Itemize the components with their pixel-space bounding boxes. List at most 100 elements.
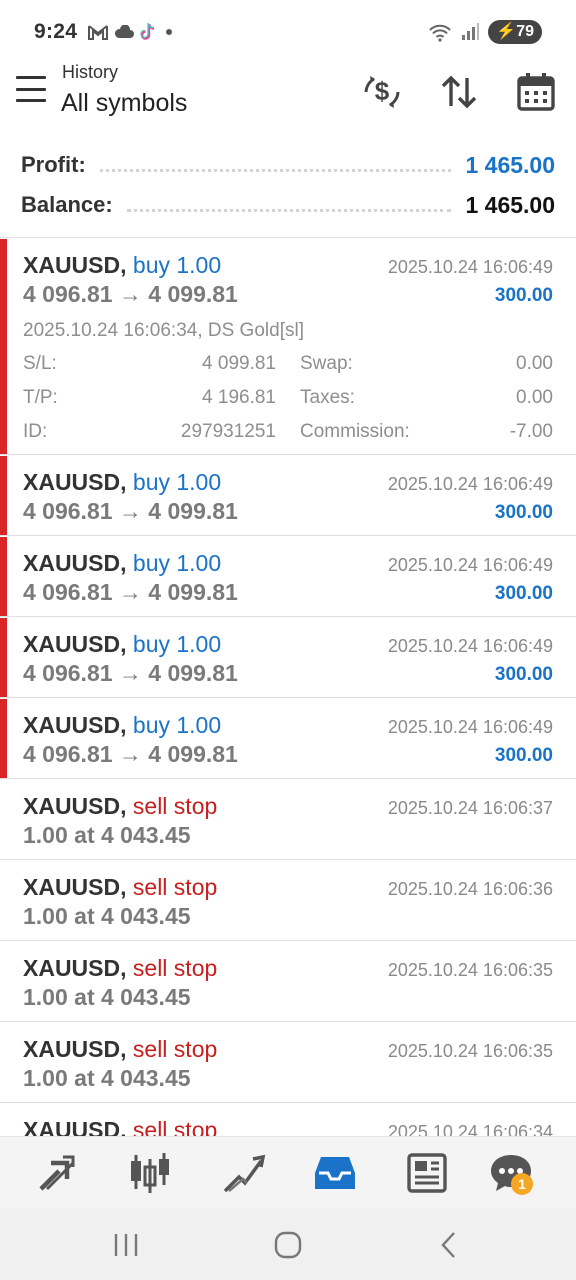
taxes-value: 0.00: [516, 387, 553, 408]
symbol-name: XAUUSD,: [23, 712, 127, 738]
deal-direction: buy 1.00: [132, 469, 222, 495]
order-details: 1.00 at 4 043.45: [23, 1065, 191, 1091]
status-notification-icons: [88, 22, 176, 42]
deal-symbol: XAUUSD, buy 1.00: [23, 252, 221, 279]
order-details: 1.00 at 4 043.45: [23, 822, 191, 848]
order-time: 2025.10.24 16:06:35: [387, 1041, 553, 1061]
detail-row: S/L: 4 099.81 Swap: 0.00: [23, 353, 553, 379]
deal-profit: 300.00: [494, 664, 553, 685]
order-row[interactable]: XAUUSD, sell stop 2025.10.24 16:06:34: [0, 1103, 576, 1136]
deal-time: 2025.10.24 16:06:49: [387, 636, 553, 656]
quotes-icon[interactable]: [33, 1149, 81, 1197]
back-icon[interactable]: [429, 1230, 469, 1260]
cloud-icon: [114, 25, 134, 38]
status-time: 9:24: [34, 20, 78, 43]
deal-prices: 4 096.81 → 4 099.81: [23, 498, 238, 524]
deal-time: 2025.10.24 16:06:49: [387, 257, 553, 277]
dotted-leader: [126, 208, 452, 212]
symbol-name: XAUUSD,: [23, 550, 127, 576]
order-symbol: XAUUSD, sell stop: [23, 955, 217, 982]
deal-comment: 2025.10.24 16:06:34, DS Gold[sl]: [23, 320, 304, 341]
deal-time: 2025.10.24 16:06:49: [387, 555, 553, 575]
deal-indicator-bar: [0, 537, 7, 616]
swap-label: Swap:: [300, 353, 353, 374]
deal-row-expanded[interactable]: XAUUSD, buy 1.00 4 096.81 → 4 099.81 202…: [0, 238, 576, 455]
news-icon[interactable]: [403, 1149, 451, 1197]
tp-label: T/P:: [23, 387, 58, 408]
order-row[interactable]: XAUUSD, sell stop 1.00 at 4 043.45 2025.…: [0, 1022, 576, 1103]
app-header: History All symbols $: [0, 62, 576, 132]
gmail-icon: [88, 25, 108, 40]
dot-icon: [166, 29, 172, 35]
symbol-name: XAUUSD,: [23, 955, 127, 981]
profit-row: Profit: 1 465.00: [21, 147, 555, 183]
sl-label: S/L:: [23, 353, 57, 374]
order-row[interactable]: XAUUSD, sell stop 1.00 at 4 043.45 2025.…: [0, 860, 576, 941]
currency-exchange-icon[interactable]: $: [360, 70, 404, 114]
order-time: 2025.10.24 16:06:37: [387, 798, 553, 818]
deal-row[interactable]: XAUUSD, buy 1.00 4 096.81 → 4 099.81 202…: [0, 617, 576, 698]
chart-candles-icon[interactable]: [126, 1149, 174, 1197]
id-label: ID:: [23, 421, 48, 442]
order-type: sell stop: [132, 874, 218, 900]
order-time: 2025.10.24 16:06:36: [387, 879, 553, 899]
deal-prices: 4 096.81 → 4 099.81: [23, 741, 238, 767]
battery-icon: ⚡79: [488, 20, 542, 44]
deal-direction: buy 1.00: [132, 631, 222, 657]
taxes-label: Taxes:: [300, 387, 355, 408]
commission-label: Commission:: [300, 421, 410, 442]
profit-value: 1 465.00: [465, 151, 555, 178]
order-type: sell stop: [132, 1036, 218, 1062]
balance-row: Balance: 1 465.00: [21, 187, 555, 223]
order-symbol: XAUUSD, sell stop: [23, 1036, 217, 1063]
deal-prices: 4 096.81 → 4 099.81: [23, 660, 238, 686]
swap-value: 0.00: [516, 353, 553, 374]
deal-profit: 300.00: [494, 583, 553, 604]
messages-badge: 1: [511, 1173, 533, 1195]
order-symbol: XAUUSD, sell stop: [23, 874, 217, 901]
deal-symbol: XAUUSD, buy 1.00: [23, 631, 221, 658]
tp-value: 4 196.81: [202, 387, 276, 408]
order-details: 1.00 at 4 043.45: [23, 984, 191, 1010]
deal-indicator-bar: [0, 618, 7, 697]
calendar-icon[interactable]: [514, 70, 558, 114]
header-subtitle: History: [62, 62, 119, 82]
balance-label: Balance:: [21, 192, 113, 217]
deal-indicator-bar: [0, 699, 7, 778]
deal-row[interactable]: XAUUSD, buy 1.00 4 096.81 → 4 099.81 202…: [0, 455, 576, 536]
home-icon[interactable]: [268, 1230, 308, 1260]
detail-row: ID: 297931251 Commission: -7.00: [23, 421, 553, 447]
symbol-name: XAUUSD,: [23, 1036, 127, 1062]
deal-direction: buy 1.00: [132, 252, 222, 278]
battery-level: 79: [516, 23, 534, 40]
order-row[interactable]: XAUUSD, sell stop 1.00 at 4 043.45 2025.…: [0, 941, 576, 1022]
status-bar: 9:24 ⚡79: [0, 0, 576, 62]
detail-row: T/P: 4 196.81 Taxes: 0.00: [23, 387, 553, 413]
deal-symbol: XAUUSD, buy 1.00: [23, 712, 221, 739]
system-navigation: [0, 1208, 576, 1280]
order-type: sell stop: [132, 1117, 218, 1136]
deal-row[interactable]: XAUUSD, buy 1.00 4 096.81 → 4 099.81 202…: [0, 698, 576, 779]
dotted-leader: [99, 168, 452, 172]
deal-time: 2025.10.24 16:06:49: [387, 474, 553, 494]
deal-prices: 4 096.81 → 4 099.81: [23, 579, 238, 605]
order-details: 1.00 at 4 043.45: [23, 903, 191, 929]
trade-icon[interactable]: [219, 1149, 267, 1197]
header-title[interactable]: All symbols: [61, 89, 187, 118]
history-list[interactable]: XAUUSD, buy 1.00 4 096.81 → 4 099.81 202…: [0, 238, 576, 1136]
deal-profit: 300.00: [494, 502, 553, 523]
balance-value: 1 465.00: [465, 191, 555, 218]
id-value: 297931251: [180, 421, 276, 442]
order-row[interactable]: XAUUSD, sell stop 1.00 at 4 043.45 2025.…: [0, 779, 576, 860]
messages-button[interactable]: 1: [487, 1149, 535, 1197]
recents-icon[interactable]: [106, 1230, 146, 1260]
history-icon[interactable]: [311, 1149, 359, 1197]
menu-button[interactable]: [16, 76, 46, 102]
status-system-icons: ⚡79: [428, 20, 542, 44]
deal-row[interactable]: XAUUSD, buy 1.00 4 096.81 → 4 099.81 202…: [0, 536, 576, 617]
sort-icon[interactable]: [437, 70, 481, 114]
symbol-name: XAUUSD,: [23, 1117, 127, 1136]
symbol-name: XAUUSD,: [23, 469, 127, 495]
wifi-icon: [429, 24, 451, 42]
order-time: 2025.10.24 16:06:35: [387, 960, 553, 980]
